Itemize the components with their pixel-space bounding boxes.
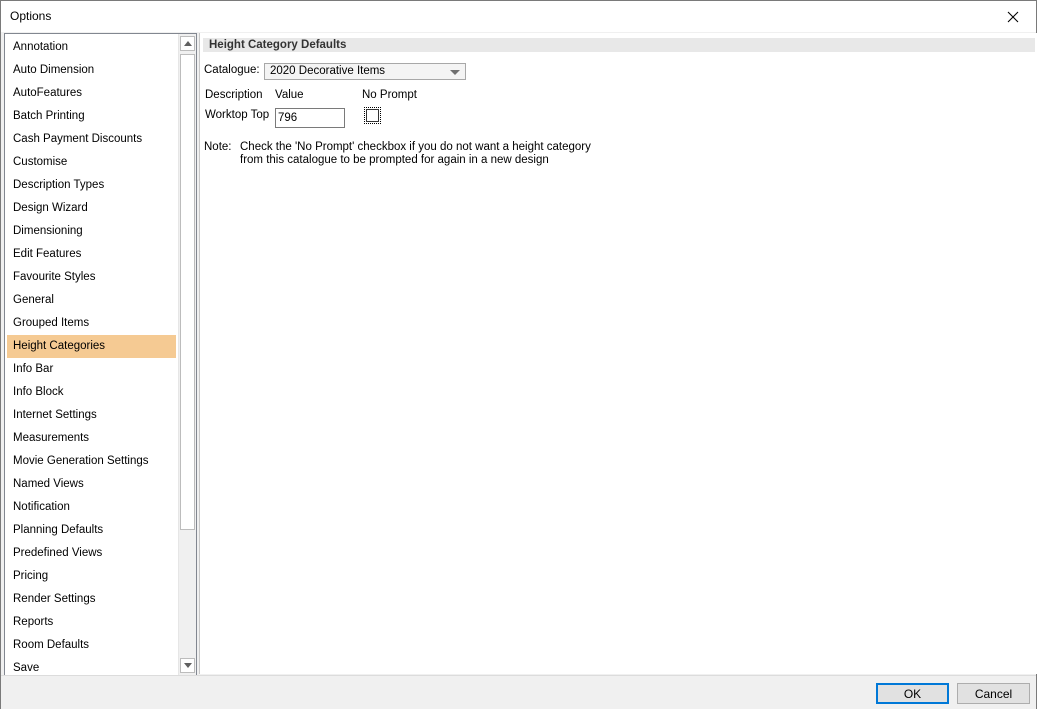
sidebar-item-measurements[interactable]: Measurements [7, 427, 176, 450]
sidebar-item-customise[interactable]: Customise [7, 151, 176, 174]
sidebar-item-predefined-views[interactable]: Predefined Views [7, 542, 176, 565]
note-text-line1: Check the 'No Prompt' checkbox if you do… [240, 141, 591, 153]
sidebar-item-internet-settings[interactable]: Internet Settings [7, 404, 176, 427]
close-button[interactable] [990, 1, 1036, 32]
category-items: Annotation Auto Dimension AutoFeatures Batc… [5, 36, 176, 675]
catalogue-label: Catalogue: [204, 64, 260, 76]
sidebar-scrollbar[interactable] [178, 34, 196, 675]
sidebar-item-reports[interactable]: Reports [7, 611, 176, 634]
settings-panel: Height Category Defaults Catalogue: 2020… [199, 33, 1037, 674]
close-icon [1007, 11, 1019, 22]
title-bar: Options [1, 1, 1036, 32]
no-prompt-checkbox[interactable] [364, 107, 381, 124]
sidebar-item-room-defaults[interactable]: Room Defaults [7, 634, 176, 657]
value-column-header: Value [275, 89, 304, 101]
chevron-up-icon [183, 41, 192, 46]
sidebar-item-description-types[interactable]: Description Types [7, 174, 176, 197]
catalogue-selected-value: 2020 Decorative Items [270, 65, 386, 77]
sidebar-item-edit-features[interactable]: Edit Features [7, 243, 176, 266]
sidebar-item-info-bar[interactable]: Info Bar [7, 358, 176, 381]
description-column-header: Description [205, 89, 263, 101]
window-title: Options [10, 9, 52, 23]
dialog-button-bar: OK Cancel [1, 675, 1036, 709]
options-category-list[interactable]: Annotation Auto Dimension AutoFeatures Batc… [4, 33, 197, 676]
sidebar-item-movie-generation-settings[interactable]: Movie Generation Settings [7, 450, 176, 473]
catalogue-dropdown[interactable]: 2020 Decorative Items [264, 63, 466, 80]
worktop-top-value-input[interactable] [275, 108, 345, 128]
options-dialog: Options Annotation Auto Dimension AutoFeat… [0, 0, 1037, 709]
scrollbar-thumb[interactable] [180, 54, 195, 530]
chevron-down-icon [450, 70, 460, 75]
ok-button[interactable]: OK [876, 683, 949, 704]
sidebar-item-notification[interactable]: Notification [7, 496, 176, 519]
sidebar-item-autofeatures[interactable]: AutoFeatures [7, 82, 176, 105]
cancel-button[interactable]: Cancel [957, 683, 1030, 704]
sidebar-item-dimensioning[interactable]: Dimensioning [7, 220, 176, 243]
sidebar-item-batch-printing[interactable]: Batch Printing [7, 105, 176, 128]
worktop-top-label: Worktop Top [205, 109, 270, 121]
sidebar-item-annotation[interactable]: Annotation [7, 36, 176, 59]
sidebar-item-grouped-items[interactable]: Grouped Items [7, 312, 176, 335]
chevron-down-icon [183, 663, 192, 668]
sidebar-item-height-categories[interactable]: Height Categories [7, 335, 176, 358]
note-label: Note: [204, 141, 232, 153]
note-text-line2: from this catalogue to be prompted for a… [240, 154, 549, 166]
sidebar-item-save[interactable]: Save [7, 657, 176, 675]
sidebar-item-general[interactable]: General [7, 289, 176, 312]
sidebar-item-auto-dimension[interactable]: Auto Dimension [7, 59, 176, 82]
section-header: Height Category Defaults [203, 38, 1035, 52]
scroll-up-button[interactable] [180, 36, 195, 51]
sidebar-item-favourite-styles[interactable]: Favourite Styles [7, 266, 176, 289]
scroll-down-button[interactable] [180, 658, 195, 673]
sidebar-item-design-wizard[interactable]: Design Wizard [7, 197, 176, 220]
sidebar-item-info-block[interactable]: Info Block [7, 381, 176, 404]
sidebar-item-planning-defaults[interactable]: Planning Defaults [7, 519, 176, 542]
sidebar-item-render-settings[interactable]: Render Settings [7, 588, 176, 611]
sidebar-item-cash-payment-discounts[interactable]: Cash Payment Discounts [7, 128, 176, 151]
sidebar-item-named-views[interactable]: Named Views [7, 473, 176, 496]
sidebar-item-pricing[interactable]: Pricing [7, 565, 176, 588]
no-prompt-column-header: No Prompt [362, 89, 417, 101]
